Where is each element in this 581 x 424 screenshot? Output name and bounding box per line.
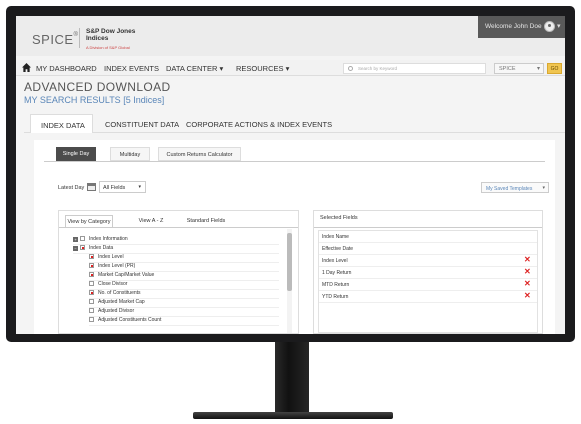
subtab-custom-returns[interactable]: Custom Returns Calculator xyxy=(158,147,241,161)
monitor-bezel: SPICE® S&P Dow Jones Indices A Division … xyxy=(6,6,575,342)
sp-dji-logo: S&P Dow Jones Indices xyxy=(86,28,136,42)
chevron-down-icon: ▾ xyxy=(536,66,540,72)
monitor-stand-base xyxy=(193,412,393,419)
welcome-text: Welcome John Doe xyxy=(485,23,542,30)
scrollbar-thumb[interactable] xyxy=(287,233,292,291)
remove-icon[interactable]: ✕ xyxy=(524,268,531,276)
chevron-down-icon[interactable]: ▾ xyxy=(557,22,561,30)
monitor-stand-neck xyxy=(275,342,309,415)
remove-icon[interactable]: ✕ xyxy=(524,280,531,288)
user-menu[interactable]: Welcome John Doe ▾ xyxy=(478,16,565,38)
nav-index-events[interactable]: INDEX EVENTS xyxy=(104,64,159,73)
selected-field-row[interactable]: Index Level ✕ xyxy=(319,255,537,267)
product-select[interactable]: SPICE ▾ xyxy=(494,63,544,74)
tab-corporate-actions[interactable]: CORPORATE ACTIONS & INDEX EVENTS xyxy=(186,114,332,133)
date-label: Latest Day xyxy=(58,185,85,191)
tree-row-index-data[interactable]: − Index Data xyxy=(73,245,279,254)
go-button[interactable]: GO xyxy=(547,63,562,74)
chevron-down-icon: ▾ xyxy=(542,185,545,191)
selected-field-row[interactable]: YTD Return ✕ xyxy=(319,291,537,303)
tree-row-field[interactable]: Close Divisor xyxy=(89,281,279,290)
selected-fields-title: Selected Fields xyxy=(320,215,358,221)
selected-field-row[interactable]: 1 Day Return ✕ xyxy=(319,267,537,279)
tree-row-field[interactable]: Index Level (PR) xyxy=(89,263,279,272)
tab-standard-fields[interactable]: Standard Fields xyxy=(181,215,231,227)
checkbox[interactable] xyxy=(89,308,94,313)
user-avatar-icon[interactable] xyxy=(544,21,555,32)
sp-global-tagline: A Division of S&P Global xyxy=(86,45,130,50)
search-results-link[interactable]: MY SEARCH RESULTS [5 Indices] xyxy=(24,95,164,105)
page-title: ADVANCED DOWNLOAD xyxy=(24,80,171,94)
subtab-multiday[interactable]: Multiday xyxy=(110,147,150,161)
main-nav: MY DASHBOARD INDEX EVENTS DATA CENTER ▾ … xyxy=(16,60,565,76)
tab-constituent-data[interactable]: CONSTITUENT DATA xyxy=(105,114,179,133)
checkbox[interactable] xyxy=(80,245,85,250)
checkbox[interactable] xyxy=(89,281,94,286)
subtab-divider xyxy=(44,161,545,162)
checkbox[interactable] xyxy=(89,290,94,295)
logo-divider xyxy=(79,28,80,48)
tree-row-field[interactable]: No. of Constituents xyxy=(89,290,279,299)
selected-field-row[interactable]: MTD Return ✕ xyxy=(319,279,537,291)
checkbox[interactable] xyxy=(89,317,94,322)
chevron-down-icon: ▾ xyxy=(138,184,141,190)
remove-icon[interactable]: ✕ xyxy=(524,256,531,264)
content-panel: Single Day Multiday Custom Returns Calcu… xyxy=(34,140,555,334)
available-fields-panel: View by Category View A - Z Standard Fie… xyxy=(58,210,299,334)
selected-fields-panel: Selected Fields Index Name Effective Dat… xyxy=(313,210,543,334)
checkbox[interactable] xyxy=(89,299,94,304)
nav-data-center[interactable]: DATA CENTER ▾ xyxy=(166,64,223,73)
main-tabs: INDEX DATA CONSTITUENT DATA CORPORATE AC… xyxy=(24,114,565,133)
subtab-single-day[interactable]: Single Day xyxy=(56,147,96,161)
search-icon xyxy=(348,66,353,71)
search-input[interactable]: Search by Keyword xyxy=(343,63,486,74)
remove-icon[interactable]: ✕ xyxy=(524,292,531,300)
tree-row-index-information[interactable]: + Index Information xyxy=(73,236,279,245)
tree-row-field[interactable]: Adjusted Divisor xyxy=(89,308,279,317)
selected-field-row[interactable]: Index Name xyxy=(319,231,537,243)
tree-row-field[interactable]: Market Cap/Market Value xyxy=(89,272,279,281)
tab-view-by-category[interactable]: View by Category xyxy=(65,215,113,227)
tree-row-field[interactable]: Adjusted Market Cap xyxy=(89,299,279,308)
home-icon[interactable] xyxy=(22,63,31,72)
panel-divider xyxy=(59,227,298,228)
screen: SPICE® S&P Dow Jones Indices A Division … xyxy=(16,16,565,334)
saved-templates-dropdown[interactable]: My Saved Templates ▾ xyxy=(481,182,549,193)
scrollbar[interactable] xyxy=(287,229,292,333)
app-header: SPICE® S&P Dow Jones Indices A Division … xyxy=(16,16,565,56)
selected-field-row[interactable]: Effective Date xyxy=(319,243,537,255)
tab-index-data[interactable]: INDEX DATA xyxy=(30,114,93,133)
checkbox[interactable] xyxy=(89,263,94,268)
tree-row-field[interactable]: Index Level xyxy=(89,254,279,263)
collapse-icon[interactable]: − xyxy=(73,246,78,251)
panel-divider xyxy=(314,227,542,228)
expand-icon[interactable]: + xyxy=(73,237,78,242)
tree-row-field[interactable]: Adjusted Constituents Count xyxy=(89,317,279,326)
nav-my-dashboard[interactable]: MY DASHBOARD xyxy=(36,64,97,73)
fields-select[interactable]: All Fields ▾ xyxy=(99,181,146,193)
spice-logo[interactable]: SPICE® xyxy=(32,32,78,47)
selected-fields-list: Index Name Effective Date Index Level ✕ 1… xyxy=(318,230,538,333)
checkbox[interactable] xyxy=(80,236,85,241)
tab-view-a-z[interactable]: View A - Z xyxy=(131,215,171,227)
nav-resources[interactable]: RESOURCES ▾ xyxy=(236,64,289,73)
checkbox[interactable] xyxy=(89,254,94,259)
calendar-icon[interactable] xyxy=(87,183,96,191)
checkbox[interactable] xyxy=(89,272,94,277)
